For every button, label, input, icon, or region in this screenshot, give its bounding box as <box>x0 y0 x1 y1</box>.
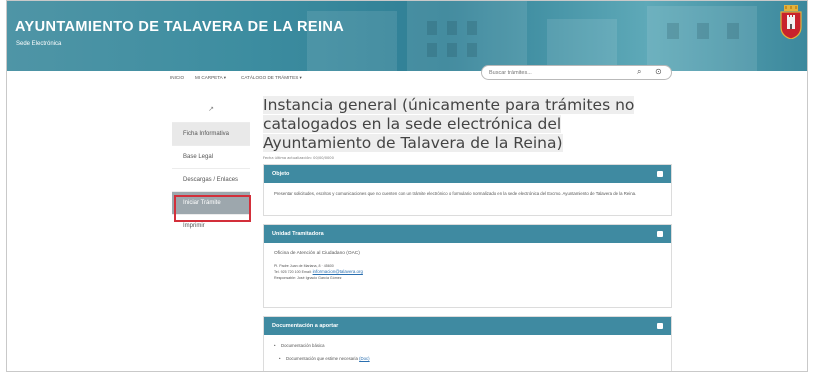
doc-item: Documentación básica <box>274 343 661 350</box>
collapse-icon[interactable] <box>657 171 663 177</box>
browser-frame: AYUNTAMIENTO DE TALAVERA DE LA REINA Sed… <box>6 0 808 372</box>
panel-objeto-title: Objeto <box>272 171 290 177</box>
site-title[interactable]: AYUNTAMIENTO DE TALAVERA DE LA REINA <box>15 19 344 35</box>
panel-documentacion-title: Documentación a aportar <box>272 323 339 329</box>
nav-catalogue[interactable]: CATÁLOGO DE TRÁMITES ▾ <box>241 75 302 81</box>
office-email-link[interactable]: informacion@talavera.org <box>313 269 363 274</box>
collapse-icon[interactable] <box>657 323 663 329</box>
nav-catalogue-label: CATÁLOGO DE TRÁMITES <box>241 75 299 80</box>
sidebar-item-descargas[interactable]: Descargas / Enlaces <box>172 168 250 191</box>
office-responsible: Responsable: José Ignacio García Gómez <box>274 275 342 280</box>
nav-my-folder[interactable]: MI CARPETA ▾ <box>195 75 226 81</box>
doc-item-label: Documentación que estime necesaria <box>286 355 358 361</box>
sidebar-item-imprimir[interactable]: Imprimir <box>172 214 250 237</box>
sidebar-item-base-legal[interactable]: Base Legal <box>172 145 250 168</box>
site-header: AYUNTAMIENTO DE TALAVERA DE LA REINA Sed… <box>7 1 807 71</box>
coat-of-arms-icon <box>780 5 802 39</box>
nav-my-folder-label: MI CARPETA <box>195 75 223 80</box>
main-content: Instancia general (únicamente para trámi… <box>263 95 672 371</box>
sidebar: ↗ Ficha Informativa Base Legal Descargas… <box>172 95 250 237</box>
main-nav: INICIO MI CARPETA ▾ CATÁLOGO DE TRÁMITES… <box>7 71 807 90</box>
doc-link[interactable]: (Doc) <box>359 356 370 361</box>
panel-unidad-title: Unidad Tramitadora <box>272 231 324 237</box>
doc-item: Documentación que estime necesaria (Doc) <box>279 356 661 363</box>
nav-home[interactable]: INICIO <box>170 75 184 80</box>
collapse-icon[interactable] <box>657 231 663 237</box>
site-subtitle: Sede Electrónica <box>16 41 62 47</box>
office-name: Oficina de Atención al Ciudadano (OAC) <box>274 251 360 256</box>
search-input[interactable] <box>489 69 619 77</box>
panel-documentacion-header[interactable]: Documentación a aportar <box>264 317 671 335</box>
panel-objeto-header[interactable]: Objeto <box>264 165 671 183</box>
panel-documentacion: Documentación a aportar Documentación bá… <box>263 316 672 371</box>
panel-unidad: Unidad Tramitadora Oficina de Atención a… <box>263 224 672 308</box>
sidebar-item-ficha[interactable]: Ficha Informativa <box>172 122 250 145</box>
page-title: Instancia general (únicamente para trámi… <box>263 96 635 152</box>
panel-unidad-header[interactable]: Unidad Tramitadora <box>264 225 671 243</box>
search-box: ⌕ ⊙ <box>481 65 672 80</box>
help-icon[interactable]: ⊙ <box>655 67 662 76</box>
search-icon[interactable]: ⌕ <box>637 67 641 77</box>
panel-objeto: Objeto Presentar solicitudes, escritos y… <box>263 164 672 216</box>
sidebar-item-iniciar-tramite[interactable]: Iniciar Trámite <box>172 191 250 214</box>
pin-icon[interactable]: ↗ <box>172 95 250 122</box>
office-contact: Tel. 925 720 100 Email: <box>274 269 312 274</box>
objeto-text: Presentar solicitudes, escritos y comuni… <box>274 191 637 196</box>
last-updated: Fecha última actualización: 00/00/0000 <box>263 156 334 160</box>
